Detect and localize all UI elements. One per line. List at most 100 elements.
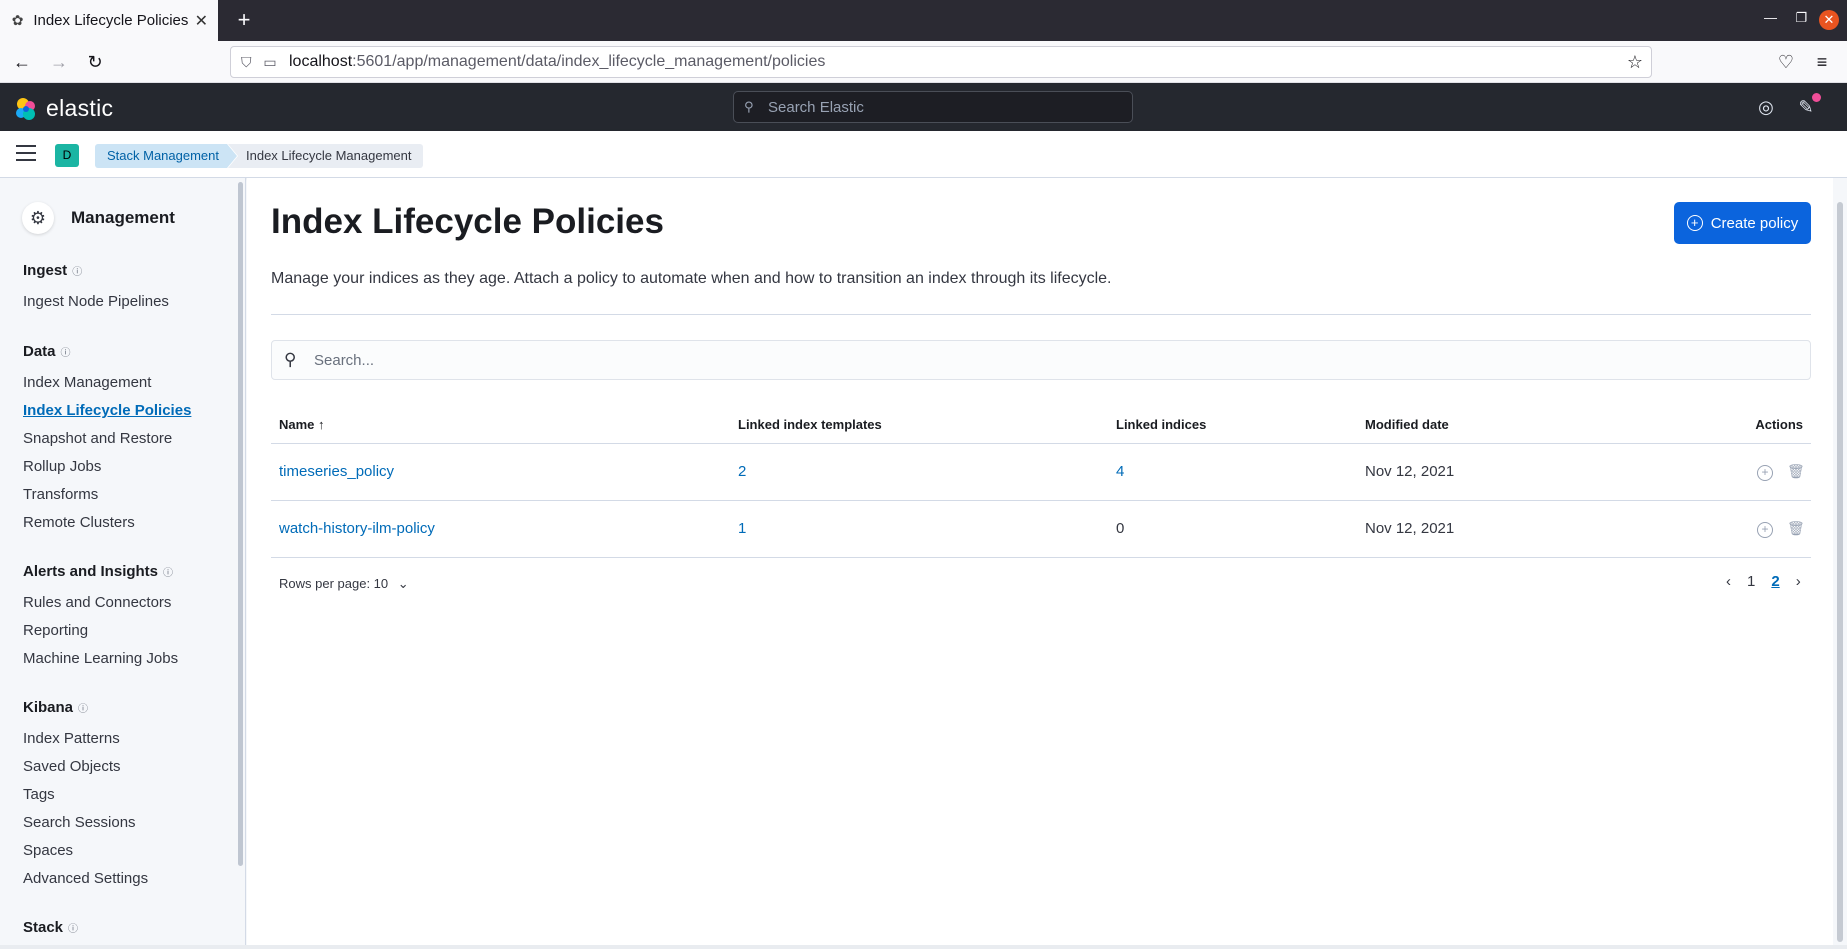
sidebar-scrollbar[interactable] bbox=[238, 182, 243, 866]
restore-icon[interactable]: ❐ bbox=[1795, 10, 1807, 26]
url-text: localhost:5601/app/management/data/index… bbox=[289, 53, 826, 70]
gear-icon: ⚙ bbox=[22, 202, 54, 234]
sidebar-item-machine-learning-jobs[interactable]: Machine Learning Jobs bbox=[23, 650, 178, 667]
policy-name-link[interactable]: watch-history-ilm-policy bbox=[279, 520, 435, 537]
previous-page-icon[interactable]: ‹ bbox=[1726, 573, 1731, 590]
divider bbox=[271, 314, 1811, 315]
info-icon: ⓘ bbox=[68, 924, 79, 935]
policy-search-input[interactable] bbox=[314, 351, 1794, 369]
table-header-row: Name ↑ Linked index templates Linked ind… bbox=[271, 407, 1811, 444]
trash-icon[interactable]: 🗑 bbox=[1787, 520, 1805, 536]
page-2-button[interactable]: 2 bbox=[1771, 573, 1779, 590]
minimize-icon[interactable]: — bbox=[1764, 10, 1777, 25]
policies-table: Name ↑ Linked index templates Linked ind… bbox=[271, 407, 1811, 558]
sidebar-item-tags[interactable]: Tags bbox=[23, 786, 55, 803]
search-icon: ⚲ bbox=[284, 350, 297, 369]
breadcrumb-stack-management[interactable]: Stack Management bbox=[95, 144, 237, 168]
elastic-favicon-icon: ✿ bbox=[11, 12, 24, 28]
add-policy-to-template-icon[interactable]: + bbox=[1757, 464, 1773, 481]
linked-templates-link[interactable]: 2 bbox=[738, 463, 746, 480]
column-header-linked-indices[interactable]: Linked indices bbox=[1108, 407, 1357, 444]
sidebar-section-kibana: Kibana ⓘ bbox=[23, 699, 89, 716]
scrollbar-thumb[interactable] bbox=[1837, 202, 1843, 942]
sidebar-item-rules-and-connectors[interactable]: Rules and Connectors bbox=[23, 594, 171, 611]
global-search-input[interactable] bbox=[768, 98, 1108, 116]
pagination: ‹ 1 2 › bbox=[1718, 573, 1809, 590]
pocket-icon[interactable]: ♡ bbox=[1774, 50, 1798, 74]
browser-tab-title: Index Lifecycle Policies - bbox=[33, 12, 189, 29]
close-tab-icon[interactable]: ✕ bbox=[195, 11, 208, 31]
column-header-linked-index-templates[interactable]: Linked index templates bbox=[730, 407, 1108, 444]
sidebar-item-rollup-jobs[interactable]: Rollup Jobs bbox=[23, 458, 101, 475]
search-icon: ⚲ bbox=[744, 99, 754, 114]
shield-icon: ⛉ bbox=[241, 53, 252, 70]
bookmark-star-icon[interactable]: ☆ bbox=[1627, 52, 1643, 73]
plus-circle-icon: + bbox=[1686, 215, 1703, 231]
window-close-button[interactable]: ✕ bbox=[1819, 10, 1839, 30]
reload-icon[interactable]: ↻ bbox=[83, 50, 107, 74]
page-description: Manage your indices as they age. Attach … bbox=[271, 270, 1112, 287]
sidebar-item-index-management[interactable]: Index Management bbox=[23, 374, 151, 391]
linked-templates-link[interactable]: 1 bbox=[738, 520, 746, 537]
back-arrow-icon[interactable]: ← bbox=[10, 50, 34, 74]
browser-tab[interactable]: ✿ Index Lifecycle Policies - ✕ bbox=[0, 0, 218, 41]
sidebar-section-data: Data ⓘ bbox=[23, 343, 71, 360]
elastic-wordmark: elastic bbox=[46, 95, 114, 121]
policy-name-link[interactable]: timeseries_policy bbox=[279, 463, 394, 480]
browser-navigation-bar: ← → ↻ ⛉ ▭ localhost:5601/app/management/… bbox=[0, 41, 1847, 83]
browser-tab-bar: ✿ Index Lifecycle Policies - ✕ + — ❐ ✕ bbox=[0, 0, 1847, 41]
sidebar-item-remote-clusters[interactable]: Remote Clusters bbox=[23, 514, 135, 531]
sidebar-item-index-patterns[interactable]: Index Patterns bbox=[23, 730, 120, 747]
sidebar-item-reporting[interactable]: Reporting bbox=[23, 622, 88, 639]
sidebar-title: ⚙ Management bbox=[22, 202, 175, 234]
info-icon: ⓘ bbox=[72, 267, 83, 278]
sidebar-item-search-sessions[interactable]: Search Sessions bbox=[23, 814, 136, 831]
sidebar-section-alerts-and-insights: Alerts and Insights ⓘ bbox=[23, 563, 174, 580]
column-header-modified-date[interactable]: Modified date bbox=[1357, 407, 1647, 444]
sidebar-section-stack: Stack ⓘ bbox=[23, 919, 79, 936]
notification-dot bbox=[1812, 93, 1821, 102]
forward-arrow-icon[interactable]: → bbox=[47, 50, 71, 74]
sidebar-section-ingest: Ingest ⓘ bbox=[23, 262, 83, 279]
policy-search-box[interactable]: ⚲ bbox=[271, 340, 1811, 380]
page-1-button[interactable]: 1 bbox=[1747, 573, 1755, 590]
chevron-down-icon: ⌄ bbox=[397, 576, 409, 591]
table-row: timeseries_policy 2 4 Nov 12, 2021 + 🗑 bbox=[271, 443, 1811, 501]
sidebar-item-snapshot-and-restore[interactable]: Snapshot and Restore bbox=[23, 430, 172, 447]
page-info-icon[interactable]: ▭ bbox=[259, 54, 281, 71]
elastic-logo[interactable]: elastic bbox=[14, 95, 113, 122]
news-feed-icon[interactable]: ✎ bbox=[1794, 93, 1821, 119]
next-page-icon[interactable]: › bbox=[1796, 573, 1801, 590]
sidebar-item-saved-objects[interactable]: Saved Objects bbox=[23, 758, 121, 775]
modified-date: Nov 12, 2021 bbox=[1357, 443, 1647, 501]
row-actions: + 🗑 bbox=[1647, 443, 1811, 501]
sidebar-item-advanced-settings[interactable]: Advanced Settings bbox=[23, 870, 148, 887]
space-avatar[interactable]: D bbox=[55, 144, 79, 167]
management-sidebar: ⚙ Management Ingest ⓘ Ingest Node Pipelin… bbox=[0, 178, 246, 949]
help-icon[interactable]: ◎ bbox=[1754, 95, 1778, 119]
hamburger-menu-icon[interactable] bbox=[16, 145, 36, 161]
new-tab-button[interactable]: + bbox=[232, 8, 256, 32]
add-policy-to-template-icon[interactable]: + bbox=[1757, 521, 1773, 538]
sidebar-item-spaces[interactable]: Spaces bbox=[23, 842, 73, 859]
sidebar-item-index-lifecycle-policies[interactable]: Index Lifecycle Policies bbox=[23, 402, 191, 419]
rows-per-page-selector[interactable]: Rows per page: 10 ⌄ bbox=[279, 576, 409, 592]
linked-indices-value: 0 bbox=[1108, 500, 1357, 558]
row-actions: + 🗑 bbox=[1647, 500, 1811, 558]
sidebar-item-ingest-node-pipelines[interactable]: Ingest Node Pipelines bbox=[23, 293, 169, 310]
elastic-cluster-icon bbox=[16, 97, 35, 120]
address-bar[interactable]: ⛉ ▭ localhost:5601/app/management/data/i… bbox=[230, 46, 1652, 78]
kibana-header: elastic ⚲ ◎ ✎ bbox=[0, 83, 1847, 131]
table-row: watch-history-ilm-policy 1 0 Nov 12, 202… bbox=[271, 500, 1811, 558]
linked-indices-link[interactable]: 4 bbox=[1116, 463, 1124, 480]
trash-icon[interactable]: 🗑 bbox=[1787, 463, 1805, 479]
global-search[interactable]: ⚲ bbox=[733, 91, 1133, 123]
info-icon: ⓘ bbox=[60, 348, 71, 359]
page-scrollbar[interactable] bbox=[1833, 178, 1847, 949]
sidebar-item-transforms[interactable]: Transforms bbox=[23, 486, 98, 503]
sort-ascending-icon: ↑ bbox=[318, 417, 325, 433]
main-content: Index Lifecycle Policies + Create policy… bbox=[247, 178, 1833, 949]
app-menu-icon[interactable]: ≡ bbox=[1810, 50, 1834, 74]
create-policy-button[interactable]: + Create policy bbox=[1674, 202, 1811, 244]
column-header-name[interactable]: Name ↑ bbox=[271, 407, 730, 444]
